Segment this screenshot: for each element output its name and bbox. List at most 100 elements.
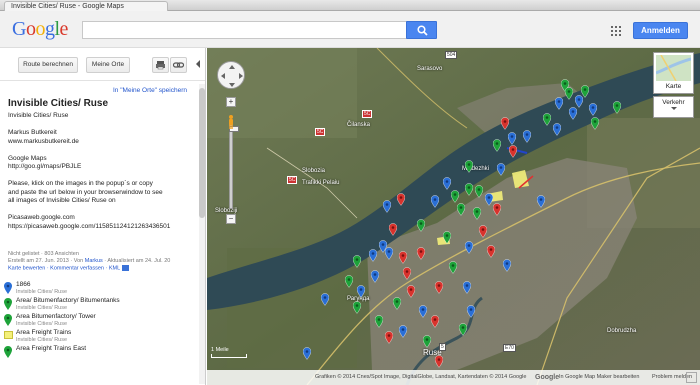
green-pin-icon[interactable] — [475, 185, 483, 198]
blue-pin-icon[interactable] — [508, 132, 516, 145]
green-pin-icon[interactable] — [459, 323, 467, 336]
map-type-button[interactable]: Karte — [653, 52, 694, 94]
red-pin-icon[interactable] — [385, 331, 393, 344]
blue-pin-icon[interactable] — [463, 281, 471, 294]
blue-pin-icon[interactable] — [385, 247, 393, 260]
blue-pin-icon[interactable] — [497, 163, 505, 176]
green-pin-icon[interactable] — [465, 183, 473, 196]
list-item[interactable]: Area/ Bitumenfactory/ Bitumentanks Invis… — [4, 297, 200, 313]
save-to-my-places-link[interactable]: In "Meine Orte" speichern — [113, 87, 187, 94]
green-pin-icon[interactable] — [417, 219, 425, 232]
red-pin-icon[interactable] — [435, 281, 443, 294]
blue-pin-icon[interactable] — [467, 305, 475, 318]
zoom-slider[interactable] — [229, 123, 239, 209]
green-pin-icon[interactable] — [465, 160, 473, 173]
red-pin-icon[interactable] — [487, 245, 495, 258]
green-pin-icon[interactable] — [613, 101, 621, 114]
map-canvas[interactable]: Sarasovo Čilanska Sloboziji Slobozia Tra… — [207, 48, 700, 385]
blue-pin-icon[interactable] — [465, 241, 473, 254]
green-pin-icon[interactable] — [591, 117, 599, 130]
green-pin-icon[interactable] — [581, 85, 589, 98]
list-item[interactable]: Area Freight Trains East — [4, 345, 200, 361]
green-pin-icon[interactable] — [353, 255, 361, 268]
pan-control[interactable] — [217, 61, 245, 89]
green-pin-icon[interactable] — [457, 203, 465, 216]
street-view-pegman-icon[interactable] — [228, 115, 234, 129]
blue-pin-icon[interactable] — [369, 249, 377, 262]
search-input[interactable] — [82, 21, 407, 39]
route-button[interactable]: Route berechnen — [18, 57, 78, 73]
browser-tab[interactable]: Invisible Cities/ Ruse - Google Maps — [4, 1, 168, 11]
red-pin-icon[interactable] — [403, 267, 411, 280]
red-pin-icon[interactable] — [431, 315, 439, 328]
green-pin-icon[interactable] — [393, 297, 401, 310]
red-pin-icon[interactable] — [397, 193, 405, 206]
blue-pin-icon[interactable] — [431, 195, 439, 208]
blue-pin-icon[interactable] — [443, 177, 451, 190]
blue-pin-icon[interactable] — [555, 97, 563, 110]
blue-pin-icon[interactable] — [399, 325, 407, 338]
google-logo[interactable]: Google — [12, 18, 68, 41]
blue-pin-icon[interactable] — [537, 195, 545, 208]
red-pin-icon[interactable] — [493, 203, 501, 216]
map-maker-link[interactable]: In Google Map Maker bearbeiten — [559, 370, 639, 385]
my-places-button[interactable]: Meine Orte — [86, 57, 130, 73]
red-pin-icon[interactable] — [509, 145, 517, 158]
green-pin-icon[interactable] — [543, 113, 551, 126]
item-name[interactable]: 1866 — [16, 281, 30, 288]
list-item[interactable]: Area Bitumenfactory/ Tower Invisible Cit… — [4, 313, 200, 329]
place-label: Slobozia — [302, 168, 326, 174]
red-pin-icon[interactable] — [501, 117, 509, 130]
list-item[interactable]: Area Freight Trains Invisible Cities/ Ru… — [4, 329, 200, 345]
blue-pin-icon[interactable] — [303, 347, 311, 360]
blue-pin-icon[interactable] — [419, 305, 427, 318]
blue-pin-icon[interactable] — [357, 285, 365, 298]
blue-pin-icon[interactable] — [523, 130, 531, 143]
overview-toggle-icon[interactable] — [686, 372, 697, 383]
green-pin-icon[interactable] — [473, 207, 481, 220]
green-pin-icon[interactable] — [449, 261, 457, 274]
blue-pin-icon[interactable] — [589, 103, 597, 116]
blue-pin-icon[interactable] — [321, 293, 329, 306]
scrollbar-thumb[interactable] — [199, 88, 205, 218]
search-button[interactable] — [406, 21, 437, 39]
green-pin-icon[interactable] — [565, 87, 573, 100]
item-name[interactable]: Area/ Bitumenfactory/ Bitumentanks — [16, 297, 120, 304]
green-pin-icon[interactable] — [443, 231, 451, 244]
author-link[interactable]: Markus — [85, 258, 103, 264]
blue-pin-icon[interactable] — [569, 107, 577, 120]
green-pin-icon[interactable] — [423, 335, 431, 348]
red-pin-icon[interactable] — [417, 247, 425, 260]
blue-pin-icon[interactable] — [503, 259, 511, 272]
green-pin-icon[interactable] — [353, 301, 361, 314]
red-pin-icon[interactable] — [435, 355, 443, 368]
blue-pin-icon[interactable] — [485, 193, 493, 206]
zoom-in-button[interactable]: + — [226, 97, 236, 107]
print-button[interactable] — [152, 57, 169, 73]
signin-button[interactable]: Anmelden — [633, 22, 688, 39]
blue-pin-icon[interactable] — [371, 270, 379, 283]
zoom-out-button[interactable]: − — [226, 214, 236, 224]
kml-icon[interactable] — [121, 265, 129, 271]
item-name[interactable]: Area Freight Trains East — [16, 345, 86, 352]
red-pin-icon[interactable] — [389, 223, 397, 236]
blue-pin-icon[interactable] — [553, 123, 561, 136]
red-pin-icon[interactable] — [399, 251, 407, 264]
list-item[interactable]: 1866 Invisible Cities/ Ruse — [4, 281, 200, 297]
link-button[interactable] — [170, 57, 187, 73]
green-pin-icon[interactable] — [375, 315, 383, 328]
red-pin-icon[interactable] — [407, 285, 415, 298]
red-pin-icon[interactable] — [479, 225, 487, 238]
item-name[interactable]: Area Freight Trains — [16, 329, 71, 336]
collapse-panel-icon[interactable] — [196, 60, 200, 68]
blue-pin-icon[interactable] — [383, 200, 391, 213]
green-pin-icon[interactable] — [451, 190, 459, 203]
green-pin-icon[interactable] — [493, 139, 501, 152]
chevron-down-icon — [670, 107, 677, 110]
traffic-dropdown[interactable]: Verkehr — [653, 96, 694, 118]
panel-scrollbar[interactable] — [199, 84, 205, 384]
rate-comment-kml-links[interactable]: Karte bewerten · Kommentar verfassen · K… — [8, 265, 120, 271]
apps-grid-icon[interactable] — [611, 26, 621, 36]
green-pin-icon[interactable] — [345, 275, 353, 288]
item-name[interactable]: Area Bitumenfactory/ Tower — [16, 313, 96, 320]
